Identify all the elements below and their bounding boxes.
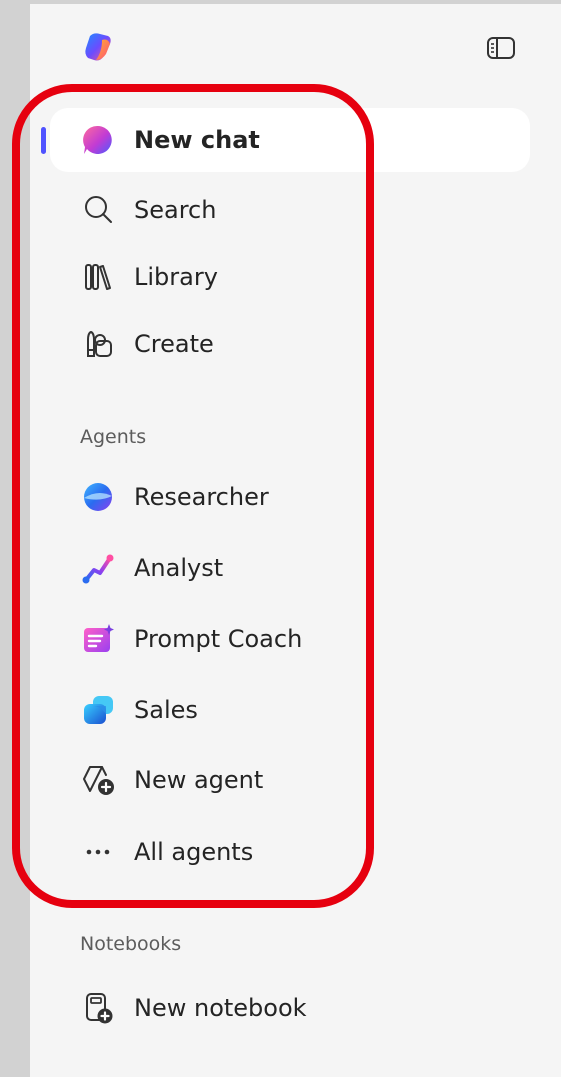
agents-section-heading: Agents <box>80 426 147 448</box>
sidebar-item-label: Prompt Coach <box>134 625 303 653</box>
notebooks-section-heading: Notebooks <box>80 933 182 955</box>
create-icon <box>80 326 116 362</box>
researcher-icon <box>80 479 116 515</box>
sidebar-item-label: New chat <box>134 126 260 154</box>
sidebar-item-analyst[interactable]: Analyst <box>50 536 530 600</box>
sidebar-item-label: Library <box>134 263 218 291</box>
more-options-icon <box>80 834 116 870</box>
sidebar-item-search[interactable]: Search <box>50 178 530 242</box>
copilot-logo-icon[interactable] <box>82 30 118 66</box>
new-agent-icon <box>80 762 116 798</box>
sidebar-item-label: Create <box>134 330 214 358</box>
sidebar-item-prompt-coach[interactable]: Prompt Coach <box>50 607 530 671</box>
sidebar-item-label: Search <box>134 196 217 224</box>
sidebar-item-create[interactable]: Create <box>50 312 530 376</box>
sidebar-item-label: Researcher <box>134 483 269 511</box>
search-icon <box>80 192 116 228</box>
library-icon <box>80 259 116 295</box>
sidebar-item-new-notebook[interactable]: New notebook <box>50 976 530 1040</box>
sidebar-item-label: Sales <box>134 696 198 724</box>
sidebar-item-researcher[interactable]: Researcher <box>50 465 530 529</box>
sidebar-item-all-agents[interactable]: All agents <box>50 820 530 884</box>
prompt-coach-icon <box>80 621 116 657</box>
sidebar-item-label: New agent <box>134 766 264 794</box>
sales-icon <box>80 692 116 728</box>
sidebar-item-library[interactable]: Library <box>50 245 530 309</box>
active-indicator <box>41 127 46 154</box>
analyst-icon <box>80 550 116 586</box>
sidebar-item-label: Analyst <box>134 554 224 582</box>
new-chat-icon <box>80 122 116 158</box>
new-notebook-icon <box>80 990 116 1026</box>
sidebar-item-new-agent[interactable]: New agent <box>50 748 530 812</box>
sidebar-item-label: All agents <box>134 838 254 866</box>
sidebar-item-new-chat[interactable]: New chat <box>50 108 530 172</box>
sidebar-item-label: New notebook <box>134 994 307 1022</box>
sidebar-item-sales[interactable]: Sales <box>50 678 530 742</box>
sidebar-toggle-icon[interactable] <box>485 36 517 60</box>
